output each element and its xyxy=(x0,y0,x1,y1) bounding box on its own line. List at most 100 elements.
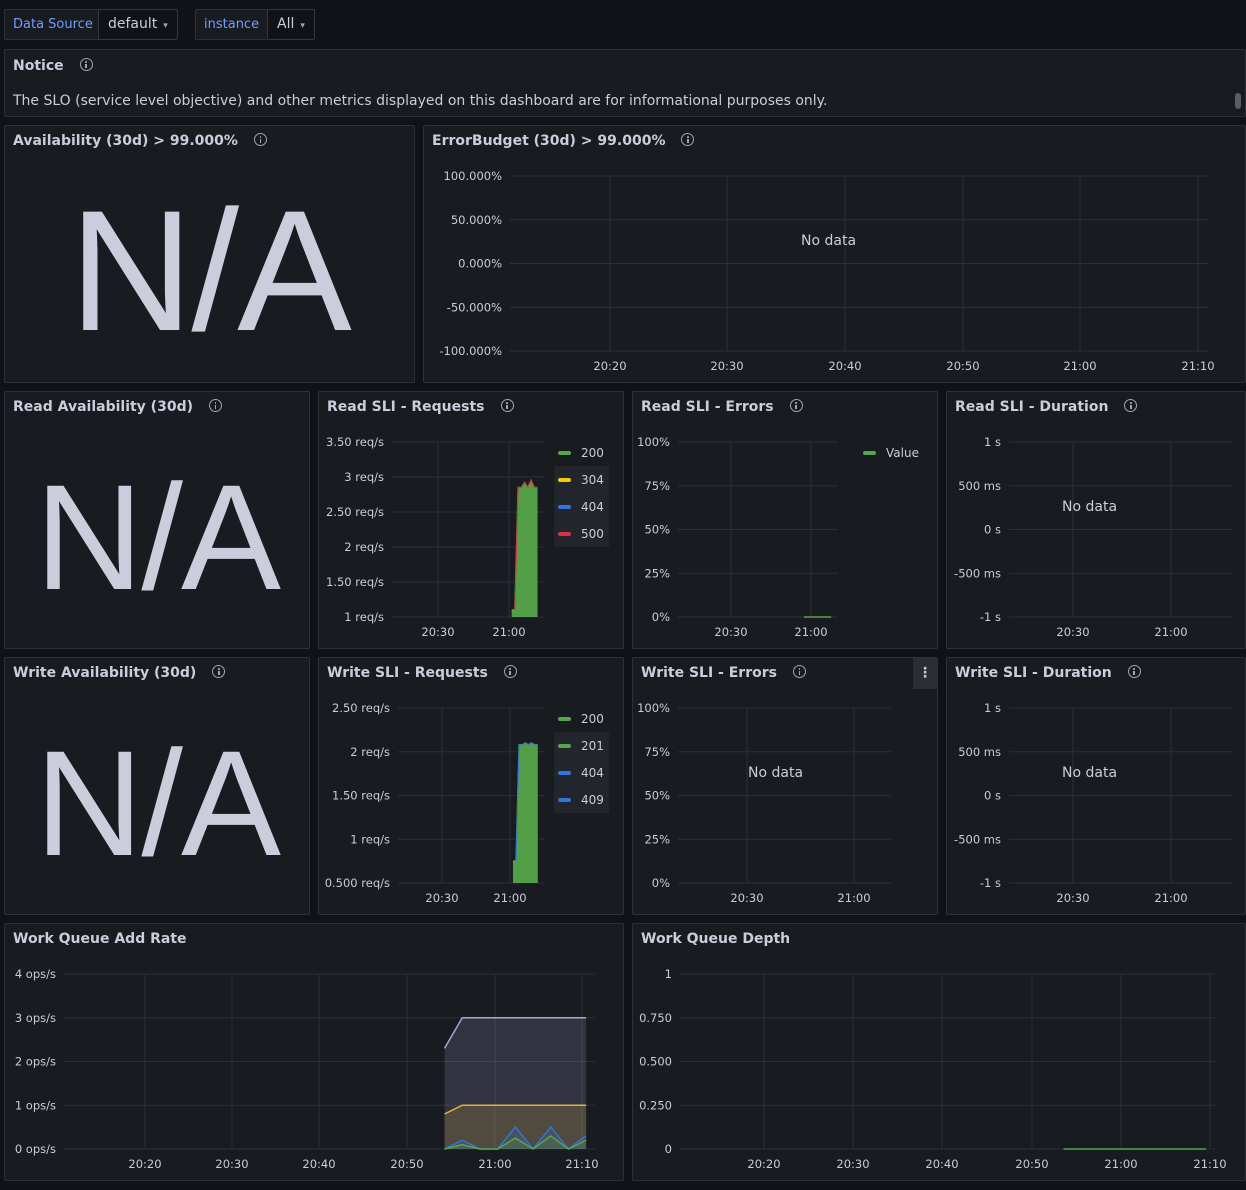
x-tick-label: 20:40 xyxy=(925,1157,958,1171)
info-icon[interactable] xyxy=(212,665,226,678)
x-tick-label: 21:00 xyxy=(1154,891,1187,905)
legend-swatch xyxy=(863,450,876,455)
availability-panel: Availability (30d) > 99.000% N/A xyxy=(4,125,415,383)
notice-text: The SLO (service level objective) and ot… xyxy=(13,93,828,109)
legend-item[interactable]: 201 xyxy=(554,732,609,759)
y-tick-label: 0% xyxy=(652,610,670,624)
y-tick-label: 0% xyxy=(652,876,670,890)
write-availability-panel: Write Availability (30d) N/A xyxy=(4,657,310,915)
instance-select-value: All xyxy=(277,16,295,32)
info-icon[interactable] xyxy=(79,58,93,71)
y-tick-label: 25% xyxy=(644,832,670,846)
x-tick-label: 20:40 xyxy=(302,1157,335,1171)
y-tick-label: 0.000% xyxy=(458,257,502,271)
datasource-select-value: default xyxy=(108,16,158,32)
y-tick-label: 2 req/s xyxy=(344,540,384,554)
y-tick-label: 2.50 req/s xyxy=(332,701,390,715)
panel-title: Write Availability (30d) xyxy=(13,665,197,681)
instance-select[interactable]: All ▾ xyxy=(267,9,315,40)
x-tick-label: 20:50 xyxy=(1015,1157,1048,1171)
read-duration-chart: 1 s 500 ms 0 s -500 ms -1 s 20:30 21:00 xyxy=(954,435,1232,639)
legend-label: 404 xyxy=(581,499,604,514)
legend-item[interactable]: 404 xyxy=(554,493,609,520)
legend-swatch xyxy=(558,716,571,721)
y-tick-label: 100% xyxy=(637,435,670,449)
legend-item[interactable]: Value xyxy=(859,439,924,466)
x-tick-label: 21:00 xyxy=(1063,359,1096,373)
legend-label: 404 xyxy=(581,765,604,780)
legend-label: 200 xyxy=(581,445,604,460)
x-tick-label: 20:30 xyxy=(714,625,747,639)
chart-legend: 200 304 404 500 xyxy=(554,439,609,547)
legend-swatch xyxy=(558,477,571,482)
legend-item[interactable]: 200 xyxy=(554,705,609,732)
y-tick-label: 2 ops/s xyxy=(15,1055,56,1069)
y-tick-label: 2.50 req/s xyxy=(326,505,384,519)
read-requests-panel: Read SLI - Requests 3.50 req/s 3 req/s 2.5… xyxy=(318,391,624,649)
panel-title: Notice xyxy=(13,58,64,74)
legend-label: 201 xyxy=(581,738,604,753)
legend-item[interactable]: 409 xyxy=(554,786,609,813)
x-tick-label: 20:40 xyxy=(828,359,861,373)
y-tick-label: 0 ops/s xyxy=(15,1142,56,1156)
x-tick-label: 20:30 xyxy=(425,891,458,905)
y-tick-label: 1 s xyxy=(984,701,1001,715)
y-tick-label: 0 s xyxy=(984,789,1001,803)
x-tick-label: 20:20 xyxy=(747,1157,780,1171)
no-data-message: No data xyxy=(1062,499,1118,515)
chart-legend: 200 201 404 409 xyxy=(554,705,609,813)
y-tick-label: 1 ops/s xyxy=(15,1098,56,1112)
notice-panel: Notice The SLO (service level objective)… xyxy=(4,49,1246,117)
y-tick-label: 500 ms xyxy=(958,745,1001,759)
x-tick-label: 21:00 xyxy=(478,1157,511,1171)
y-tick-label: -1 s xyxy=(980,876,1001,890)
x-tick-label: 21:00 xyxy=(1154,625,1187,639)
x-tick-label: 21:10 xyxy=(1181,359,1214,373)
error-budget-chart: 100.000% 50.000% 0.000% -50.000% -100.000% 20… xyxy=(439,169,1214,373)
y-tick-label: 0.500 req/s xyxy=(325,876,390,890)
write-duration-panel: Write SLI - Duration 1 s 500 ms 0 s -500 ms… xyxy=(946,657,1246,915)
x-tick-label: 20:30 xyxy=(1056,891,1089,905)
y-tick-label: 0.250 xyxy=(639,1098,672,1112)
y-tick-label: 25% xyxy=(644,566,670,580)
y-tick-label: 1 req/s xyxy=(344,610,384,624)
y-tick-label: 2 req/s xyxy=(350,745,390,759)
write-requests-panel: Write SLI - Requests 2.50 req/s 2 req/s 1.… xyxy=(318,657,624,915)
panel-title: Read Availability (30d) xyxy=(13,399,193,415)
chevron-down-icon: ▾ xyxy=(300,21,305,31)
legend-item[interactable]: 304 xyxy=(554,466,609,493)
legend-item[interactable]: 404 xyxy=(554,759,609,786)
info-icon[interactable] xyxy=(208,399,222,412)
y-tick-label: 0.500 xyxy=(639,1055,672,1069)
chevron-down-icon: ▾ xyxy=(163,21,168,31)
x-tick-label: 20:50 xyxy=(946,359,979,373)
work-queue-add-rate-panel: Work Queue Add Rate 4 ops/s 3 ops/s 2 ops/… xyxy=(4,923,624,1181)
legend-label: 200 xyxy=(581,711,604,726)
legend-swatch xyxy=(558,504,571,509)
y-tick-label: 50% xyxy=(644,523,670,537)
instance-variable-label: instance xyxy=(195,9,269,40)
no-data-message: No data xyxy=(1062,765,1118,781)
y-tick-label: 0.750 xyxy=(639,1011,672,1025)
x-tick-label: 20:30 xyxy=(710,359,743,373)
legend-swatch xyxy=(558,450,571,455)
legend-item[interactable]: 500 xyxy=(554,520,609,547)
y-tick-label: 50% xyxy=(644,789,670,803)
scrollbar[interactable] xyxy=(1235,93,1241,109)
x-tick-label: 21:00 xyxy=(1104,1157,1137,1171)
legend-swatch xyxy=(558,531,571,536)
x-tick-label: 21:00 xyxy=(837,891,870,905)
datasource-select[interactable]: default ▾ xyxy=(98,9,178,40)
y-tick-label: 3.50 req/s xyxy=(326,435,384,449)
stat-value: N/A xyxy=(34,719,281,887)
write-duration-chart: 1 s 500 ms 0 s -500 ms -1 s 20:30 21:00 xyxy=(954,701,1232,905)
y-tick-label: 500 ms xyxy=(958,479,1001,493)
legend-item[interactable]: 200 xyxy=(554,439,609,466)
legend-swatch xyxy=(558,770,571,775)
y-tick-label: 3 ops/s xyxy=(15,1011,56,1025)
y-tick-label: 0 s xyxy=(984,523,1001,537)
x-tick-label: 21:00 xyxy=(794,625,827,639)
no-data-message: No data xyxy=(801,233,857,249)
panel-title: Availability (30d) > 99.000% xyxy=(13,133,238,149)
info-icon[interactable] xyxy=(253,133,267,146)
